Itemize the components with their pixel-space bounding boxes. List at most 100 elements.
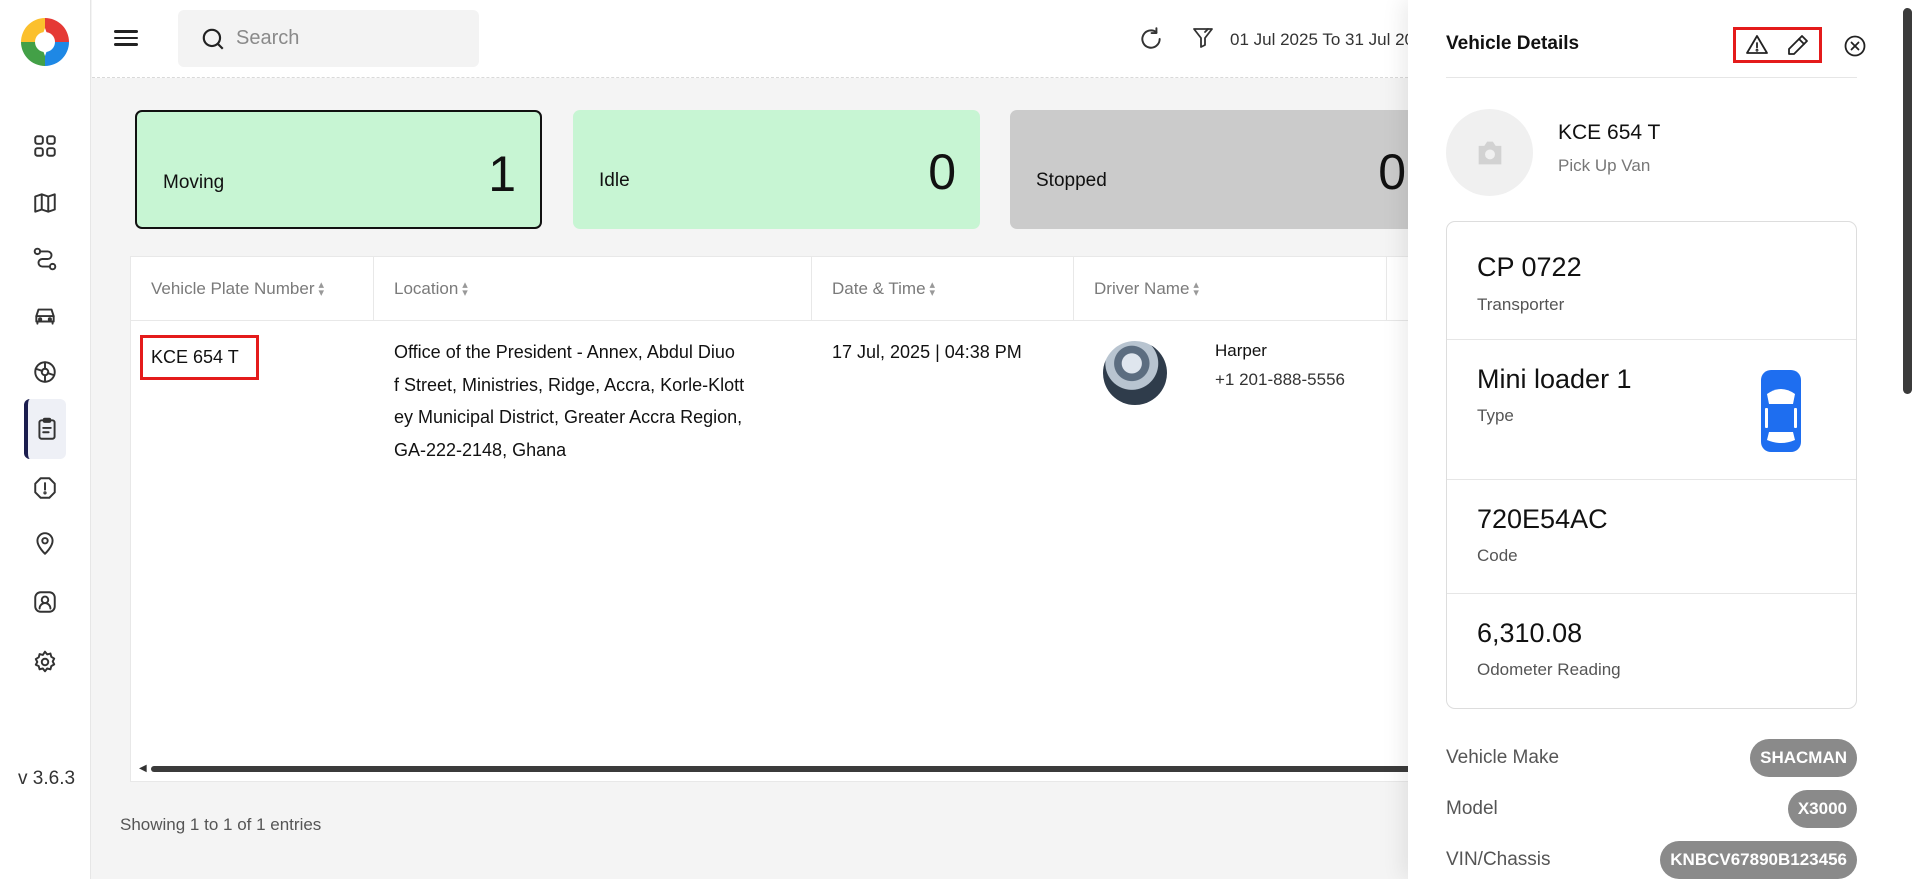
sort-icon: ▴ ▾ [462,279,468,299]
search-icon [202,28,224,50]
search-input[interactable] [236,27,456,50]
transporter-value: CP 0722 [1477,252,1582,282]
attr-label: Vehicle Make [1446,747,1560,768]
info-row-type: Mini loader 1 Type [1447,340,1856,480]
vehicle-type: Pick Up Van [1558,156,1651,175]
top-bar: 01 Jul 2025 To 31 Jul 2025 [92,0,1408,78]
odometer-value: 6,310.08 [1477,618,1583,648]
stat-card-stopped[interactable]: Stopped 0 [1010,110,1408,229]
dashboard-icon [34,135,56,157]
geofence-icon [36,532,54,555]
column-header-driver[interactable]: Driver Name ▴ ▾ [1074,257,1387,321]
report-icon [38,417,56,440]
map-icon [34,193,56,213]
vehicle-photo [1446,109,1533,196]
driver-avatar [1103,341,1167,405]
nav-settings[interactable] [24,641,66,683]
nav-map[interactable] [24,182,66,224]
attr-label: VIN/Chassis [1446,849,1551,870]
stat-label: Stopped [1036,170,1107,191]
table-header: Vehicle Plate Number ▴ ▾ Location ▴ ▾ Date &… [131,257,1408,321]
nav-users[interactable] [24,581,66,623]
vehicle-plate-cell[interactable]: KCE 654 T [140,335,259,380]
scrollbar-thumb[interactable] [151,766,1408,772]
filter-icon[interactable] [1191,25,1215,51]
info-row-odometer: 6,310.08 Odometer Reading [1447,594,1856,709]
vehicle-details-panel: Vehicle Details KCE 654 T Pick Up Van CP… [1408,0,1919,879]
user-icon [34,591,56,613]
nav-geofence[interactable] [24,523,66,565]
nav-tyres[interactable] [24,351,66,393]
sort-icon: ▴ ▾ [318,279,325,299]
app-logo[interactable] [17,14,73,74]
scrollbar-thumb[interactable] [1903,8,1912,394]
vehicle-table: Vehicle Plate Number ▴ ▾ Location ▴ ▾ Date &… [130,256,1408,782]
stat-value: 1 [488,146,516,202]
camera-icon [1478,141,1501,164]
date-range-picker[interactable]: 01 Jul 2025 To 31 Jul 2025 [1230,30,1408,50]
stat-card-idle[interactable]: Idle 0 [573,110,980,229]
stat-label: Moving [163,172,225,193]
nav-vehicles[interactable] [24,294,66,336]
panel-title: Vehicle Details [1446,33,1580,54]
scroll-left-icon[interactable]: ◀ [139,763,147,774]
attr-label: Model [1446,798,1498,819]
attr-vin: VIN/Chassis KNBCV67890B123456 [1446,841,1857,879]
horizontal-scrollbar[interactable]: ◀ [139,763,1408,774]
edit-button[interactable] [1785,32,1811,58]
attr-badge: X3000 [1787,790,1857,828]
main-content: Moving 1 Idle 0 Stopped 0 Vehicle Plate … [92,79,1408,879]
divider [1446,77,1857,78]
vehicle-plate: KCE 654 T [1558,121,1661,144]
sidebar: v 3.6.3 [0,0,91,879]
tyre-icon [34,361,56,383]
stat-value: 0 [928,144,956,200]
attr-vehicle-make: Vehicle Make SHACMAN [1446,739,1857,779]
close-button[interactable] [1842,33,1868,59]
search-box[interactable] [178,10,479,67]
stat-card-moving[interactable]: Moving 1 [135,110,542,229]
info-row-transporter: CP 0722 Transporter [1447,222,1856,340]
sort-icon: ▴ ▾ [929,279,936,299]
panel-actions [1733,27,1822,63]
report-issue-button[interactable] [1744,32,1770,58]
stat-label: Idle [599,170,630,191]
settings-icon [34,650,56,673]
odometer-label: Odometer Reading [1477,660,1621,679]
vehicle-info-card: CP 0722 Transporter Mini loader 1 Type 7… [1446,221,1857,709]
code-value: 720E54AC [1477,504,1608,534]
datetime-cell: 17 Jul, 2025 | 04:38 PM [832,342,1022,362]
attr-model: Model X3000 [1446,790,1857,830]
hamburger-menu-icon[interactable] [114,26,138,50]
close-icon [1844,35,1866,57]
pencil-icon [1788,35,1809,55]
car-top-view-icon [1761,370,1801,452]
entries-info: Showing 1 to 1 of 1 entries [120,815,322,834]
type-label: Type [1477,406,1514,425]
app-version: v 3.6.3 [18,768,76,789]
nav-dashboard[interactable] [24,125,66,167]
nav-routes[interactable] [24,238,66,280]
alert-icon [34,477,56,499]
stat-value: 0 [1378,144,1406,200]
attr-badge: KNBCV67890B123456 [1660,841,1857,879]
location-cell: Office of the President - Annex, Abdul D… [394,342,745,460]
driver-name: Harper [1215,341,1267,360]
refresh-icon[interactable] [1138,26,1164,52]
nav-alerts[interactable] [24,467,66,509]
type-value: Mini loader 1 [1477,364,1632,394]
column-header-plate[interactable]: Vehicle Plate Number ▴ ▾ [131,257,374,321]
column-header-location[interactable]: Location ▴ ▾ [374,257,812,321]
vehicle-icon [35,308,55,325]
attr-badge: SHACMAN [1750,739,1857,777]
nav-reports[interactable] [24,399,66,459]
column-header-datetime[interactable]: Date & Time ▴ ▾ [812,257,1074,321]
warning-icon [1745,35,1768,54]
info-row-code: 720E54AC Code [1447,480,1856,594]
vertical-scrollbar[interactable] [1897,0,1919,879]
sort-icon: ▴ ▾ [1193,279,1199,299]
driver-phone: +1 201-888-5556 [1215,370,1345,389]
code-label: Code [1477,546,1518,565]
transporter-label: Transporter [1477,295,1565,314]
route-icon [33,247,57,271]
